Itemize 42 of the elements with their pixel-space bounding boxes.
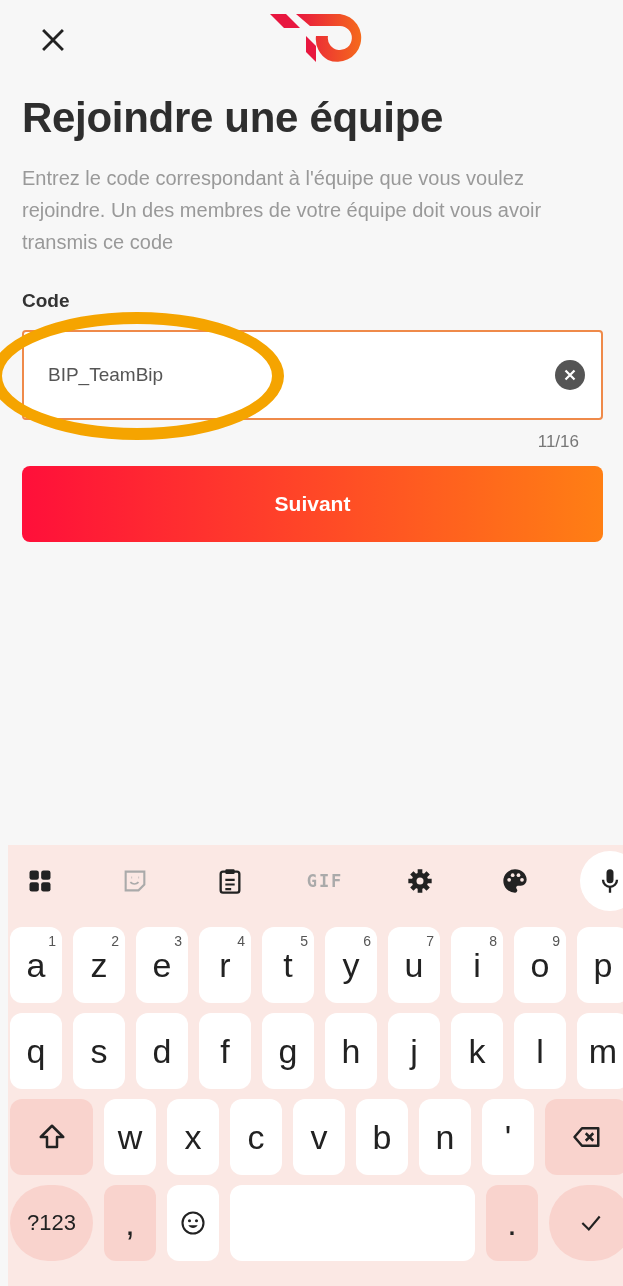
key[interactable]: n — [419, 1099, 471, 1175]
key[interactable]: z 2 — [73, 927, 125, 1003]
toolbar-button[interactable] — [580, 851, 623, 911]
key[interactable]: x — [167, 1099, 219, 1175]
code-field[interactable]: BIP_TeamBip — [22, 330, 603, 420]
key[interactable]: r 4 — [199, 927, 251, 1003]
description-text: Entrez le code correspondant à l'équipe que vous voulez rejoindre. Un des membres de votre équipe doit vous avoir transmis ce code — [22, 166, 543, 255]
key[interactable]: v — [293, 1099, 345, 1175]
key[interactable]: b — [356, 1099, 408, 1175]
key[interactable]: o 9 — [514, 927, 566, 1003]
field-label: Code — [22, 290, 71, 312]
symbols-key[interactable]: ?123 — [10, 1185, 93, 1261]
key[interactable]: c — [230, 1099, 282, 1175]
key[interactable]: j — [388, 1013, 440, 1089]
emoji-key[interactable] — [167, 1185, 219, 1261]
page-title: Rejoindre une équipe — [22, 94, 445, 142]
key[interactable]: . — [486, 1185, 538, 1261]
key[interactable]: f — [199, 1013, 251, 1089]
palette-icon — [501, 867, 529, 895]
key[interactable]: e 3 — [136, 927, 188, 1003]
key[interactable]: h — [325, 1013, 377, 1089]
key[interactable]: i 8 — [451, 927, 503, 1003]
key[interactable]: a 1 — [10, 927, 62, 1003]
smiley-icon — [179, 1209, 207, 1237]
key[interactable]: g — [262, 1013, 314, 1089]
key[interactable]: q — [10, 1013, 62, 1089]
key[interactable]: ' — [482, 1099, 534, 1175]
key[interactable]: m — [577, 1013, 623, 1089]
settings-icon — [406, 867, 434, 895]
key[interactable]: d — [136, 1013, 188, 1089]
key[interactable]: , — [104, 1185, 156, 1261]
key[interactable]: y 6 — [325, 927, 377, 1003]
key[interactable]: l — [514, 1013, 566, 1089]
key[interactable]: t 5 — [262, 927, 314, 1003]
key[interactable]: p — [577, 927, 623, 1003]
backspace-key[interactable] — [545, 1099, 623, 1175]
key[interactable]: w — [104, 1099, 156, 1175]
shift-key[interactable] — [10, 1099, 93, 1175]
key[interactable]: u 7 — [388, 927, 440, 1003]
key[interactable]: s — [73, 1013, 125, 1089]
character-counter: 11/16 — [537, 432, 579, 452]
key[interactable]: k — [451, 1013, 503, 1089]
